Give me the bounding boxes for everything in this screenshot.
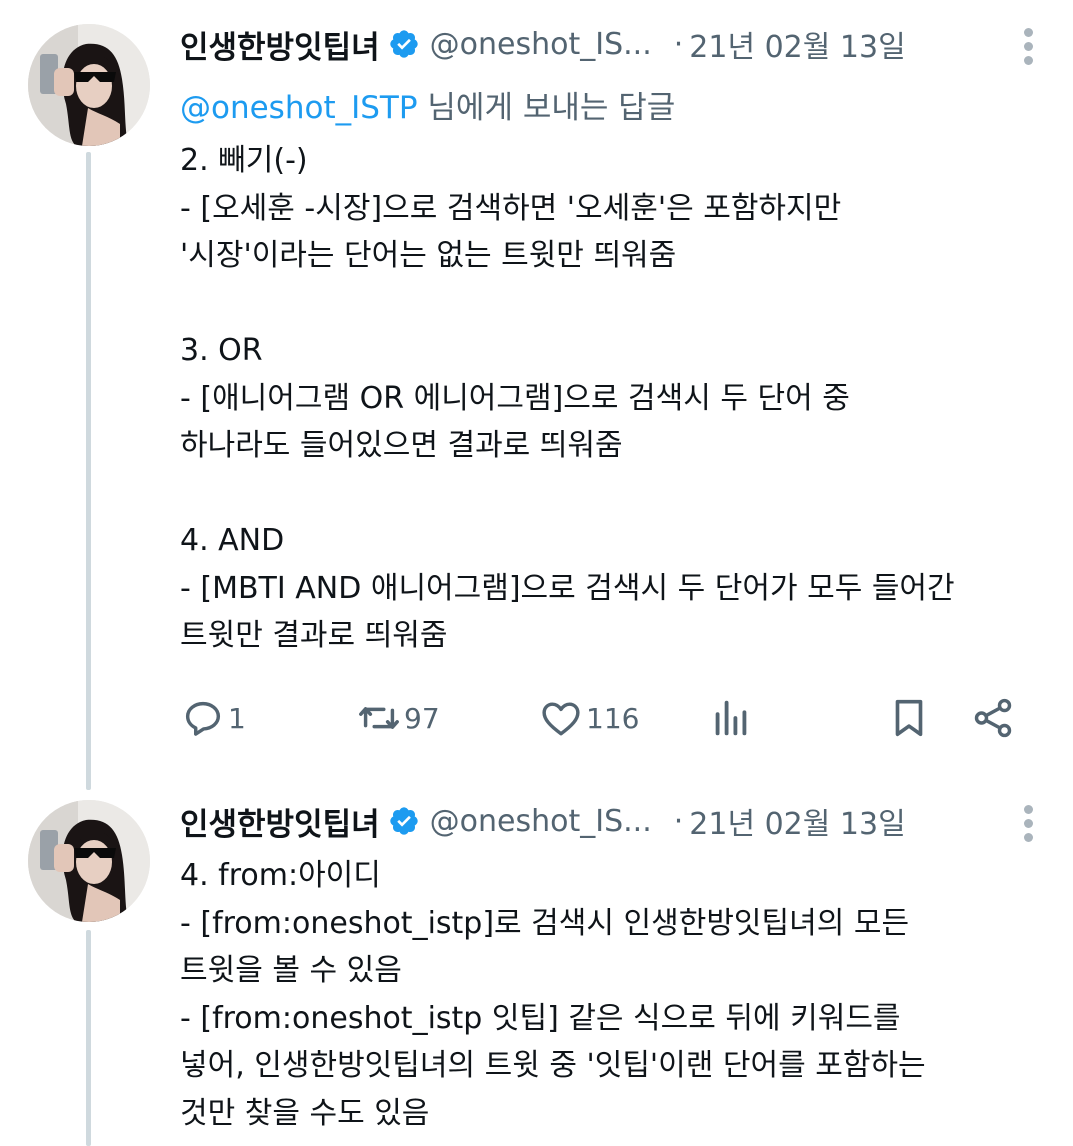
separator: · — [673, 803, 684, 839]
verified-badge-icon[interactable] — [388, 805, 420, 837]
reply-count: 1 — [228, 701, 246, 735]
retweet-button[interactable]: 97 — [356, 690, 440, 746]
profile-photo — [28, 800, 150, 922]
handle[interactable]: @oneshot_IS... — [430, 804, 652, 839]
views-button[interactable] — [708, 690, 754, 746]
reply-button[interactable]: 1 — [180, 690, 246, 746]
retweet-count: 97 — [404, 701, 440, 735]
share-icon — [974, 698, 1012, 738]
bookmark-icon — [895, 699, 923, 737]
handle[interactable]: @oneshot_IS... — [430, 27, 652, 62]
reply-to-label: 님에게 보내는 답글 — [417, 90, 676, 126]
thread-line — [86, 930, 91, 1146]
separator: · — [673, 26, 684, 62]
retweet-icon — [359, 707, 399, 729]
tweet-header: 인생한방잇팁녀 @oneshot_IS... · 21년 02월 13일 — [180, 20, 1053, 68]
replying-to: @oneshot_ISTP 님에게 보내는 답글 — [180, 82, 675, 127]
tweet-header: 인생한방잇팁녀 @oneshot_IS... · 21년 02월 13일 — [180, 797, 1053, 845]
bookmark-button[interactable] — [886, 690, 932, 746]
more-options-icon[interactable] — [1021, 26, 1033, 66]
reply-icon — [185, 701, 221, 736]
verified-badge-icon[interactable] — [388, 28, 420, 60]
tweet-date[interactable]: 21년 02월 13일 — [689, 799, 905, 843]
thread-line — [86, 152, 91, 790]
share-button[interactable] — [970, 690, 1016, 746]
display-name[interactable]: 인생한방잇팁녀 — [180, 799, 380, 844]
heart-icon — [542, 702, 580, 736]
display-name[interactable]: 인생한방잇팁녀 — [180, 22, 380, 67]
profile-photo — [28, 24, 150, 146]
like-button[interactable]: 116 — [538, 690, 639, 746]
tweet-text: 4. from:아이디 - [from:oneshot_istp]로 검색시 인… — [180, 858, 926, 1131]
views-icon — [715, 700, 747, 736]
more-options-icon[interactable] — [1021, 803, 1033, 843]
avatar[interactable] — [28, 800, 150, 922]
tweet-date[interactable]: 21년 02월 13일 — [689, 22, 905, 66]
tweet-actions: 1 97 116 — [180, 690, 1033, 746]
tweet-text: 2. 빼기(-) - [오세훈 -시장]으로 검색하면 '오세훈'은 포함하지만… — [180, 143, 955, 653]
avatar[interactable] — [28, 24, 150, 146]
reply-to-handle-link[interactable]: @oneshot_ISTP — [180, 90, 418, 126]
like-count: 116 — [586, 701, 640, 735]
